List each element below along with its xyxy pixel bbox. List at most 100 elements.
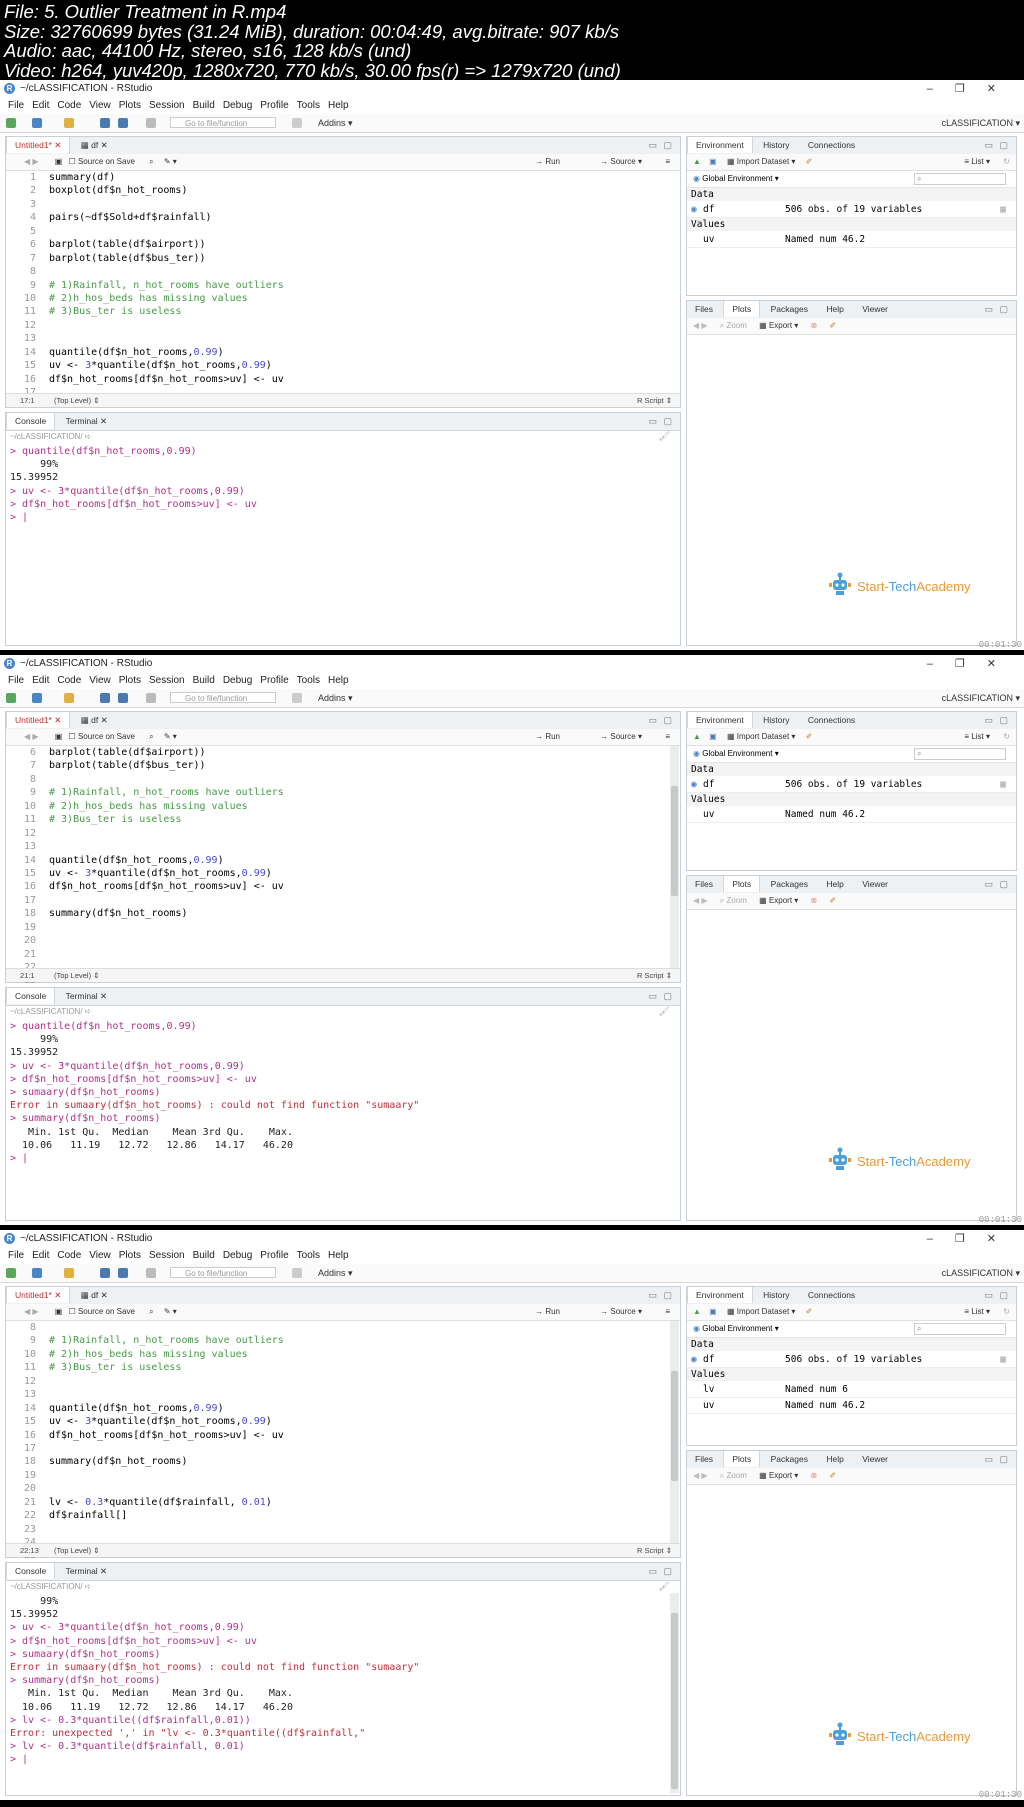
source-on-save-checkbox[interactable]: ☐ Source on Save xyxy=(69,732,135,741)
code-line[interactable]: 4 pairs(~df$Sold+df$rainfall) xyxy=(6,211,668,224)
env-minmax-icon[interactable]: ▭ ▢ xyxy=(984,1287,1010,1304)
source-on-save-checkbox[interactable]: ☐ Source on Save xyxy=(69,157,135,166)
editor-scroll-thumb[interactable] xyxy=(671,786,678,896)
save-doc-icon[interactable]: ▣ xyxy=(55,1307,63,1316)
load-workspace-icon[interactable]: ▲ xyxy=(693,157,701,166)
menu-session[interactable]: Session xyxy=(149,675,185,686)
plot-nav-icon[interactable]: ◀ ▶ xyxy=(693,1471,708,1480)
tab-packages[interactable]: Packages xyxy=(763,1451,816,1467)
menu-file[interactable]: File xyxy=(8,100,24,111)
open-folder-icon[interactable] xyxy=(64,693,74,703)
console-scrollbar[interactable] xyxy=(670,1593,679,1793)
global-env-dropdown[interactable]: ◉ Global Environment ▾ xyxy=(693,174,779,183)
tab-df[interactable]: ▦ df ✕ xyxy=(73,712,116,728)
code-line[interactable]: 18 summary(df$n_hot_rooms) xyxy=(6,907,668,920)
run-button[interactable]: → Run xyxy=(535,729,560,745)
menu-view[interactable]: View xyxy=(89,1250,111,1261)
new-project-icon[interactable] xyxy=(32,118,42,128)
open-folder-icon[interactable] xyxy=(64,1268,74,1278)
tab-connections[interactable]: Connections xyxy=(800,137,863,153)
code-line[interactable]: 5 xyxy=(6,225,668,238)
new-file-icon[interactable] xyxy=(6,693,16,703)
code-line[interactable]: 19 xyxy=(6,921,668,934)
tab-untitled1[interactable]: Untitled1* ✕ xyxy=(6,712,71,728)
list-view-button[interactable]: ≡ List ▾ xyxy=(964,154,990,170)
code-line[interactable]: 15 uv <- 3*quantile(df$n_hot_rooms,0.99) xyxy=(6,359,668,372)
code-line[interactable]: 10 # 2)h_hos_beds has missing values xyxy=(6,1348,668,1361)
nav-arrows-icon[interactable]: ◀ ▶ xyxy=(24,157,39,166)
source-button[interactable]: → Source ▾ xyxy=(600,729,642,745)
menu-help[interactable]: Help xyxy=(328,675,349,686)
load-workspace-icon[interactable]: ▲ xyxy=(693,1307,701,1316)
console-minmax-icon[interactable]: ▭ ▢ xyxy=(648,988,674,1005)
broom-icon[interactable]: ✐ xyxy=(806,1307,813,1316)
plots-minmax-icon[interactable]: ▭ ▢ xyxy=(984,876,1010,893)
tab-plots[interactable]: Plots xyxy=(723,876,761,892)
global-env-dropdown[interactable]: ◉ Global Environment ▾ xyxy=(693,1324,779,1333)
menu-code[interactable]: Code xyxy=(57,675,81,686)
menu-edit[interactable]: Edit xyxy=(32,1250,49,1261)
import-dataset-button[interactable]: ▦ Import Dataset ▾ xyxy=(727,157,796,166)
code-area[interactable]: 6 barplot(table(df$airport)) 7 barplot(tabl… xyxy=(6,746,668,988)
tab-plots[interactable]: Plots xyxy=(723,1451,761,1467)
tab-untitled1[interactable]: Untitled1* ✕ xyxy=(6,1287,71,1303)
tab-terminal[interactable]: Terminal ✕ xyxy=(58,988,116,1004)
grid-icon[interactable] xyxy=(292,118,302,128)
tab-df[interactable]: ▦ df ✕ xyxy=(73,137,116,153)
run-button[interactable]: → Run xyxy=(535,154,560,170)
menu-help[interactable]: Help xyxy=(328,1250,349,1261)
view-table-icon[interactable]: ▦ xyxy=(1000,202,1006,217)
menu-build[interactable]: Build xyxy=(193,100,215,111)
addins-menu[interactable]: Addins ▾ xyxy=(318,689,353,707)
menu-session[interactable]: Session xyxy=(149,100,185,111)
menu-plots[interactable]: Plots xyxy=(119,675,141,686)
menu-view[interactable]: View xyxy=(89,100,111,111)
env-row-df[interactable]: ◉ df 506 obs. of 19 variables ▦ xyxy=(687,202,1016,218)
pane-minmax-icon[interactable]: ▭ ▢ xyxy=(648,712,674,729)
code-line[interactable]: 11 # 3)Bus_ter is useless xyxy=(6,813,668,826)
code-area[interactable]: 8 9 # 1)Rainfall, n_hot_rooms have outlier… xyxy=(6,1321,668,1563)
code-line[interactable]: 20 xyxy=(6,934,668,947)
menu-edit[interactable]: Edit xyxy=(32,675,49,686)
tab-help[interactable]: Help xyxy=(818,1451,851,1467)
goto-file-input[interactable]: Go to file/function xyxy=(170,1267,276,1278)
tab-files[interactable]: Files xyxy=(687,1451,721,1467)
save-workspace-icon[interactable]: ▣ xyxy=(709,157,717,166)
code-line[interactable]: 16 df$n_hot_rooms[df$n_hot_rooms>uv] <- u… xyxy=(6,880,668,893)
refresh-icon[interactable]: ↻ xyxy=(1003,729,1010,745)
project-menu[interactable]: cLASSIFICATION ▾ xyxy=(942,114,1020,132)
addins-menu[interactable]: Addins ▾ xyxy=(318,114,353,132)
code-line[interactable]: 8 xyxy=(6,1321,668,1334)
menu-tools[interactable]: Tools xyxy=(297,1250,320,1261)
plot-nav-icon[interactable]: ◀ ▶ xyxy=(693,321,708,330)
code-line[interactable]: 12 xyxy=(6,827,668,840)
scope-indicator[interactable]: (Top Level) ⇕ xyxy=(54,969,99,982)
file-type-indicator[interactable]: R Script ⇕ xyxy=(637,969,672,982)
code-line[interactable]: 9 # 1)Rainfall, n_hot_rooms have outliers xyxy=(6,786,668,799)
tab-history[interactable]: History xyxy=(755,137,797,153)
print-icon[interactable] xyxy=(146,1268,156,1278)
plots-minmax-icon[interactable]: ▭ ▢ xyxy=(984,301,1010,318)
grid-icon[interactable] xyxy=(292,693,302,703)
expand-icon[interactable]: ◉ xyxy=(691,202,697,217)
window-controls[interactable]: –❐✕ xyxy=(927,655,1018,673)
menu-tools[interactable]: Tools xyxy=(297,675,320,686)
editor-scrollbar[interactable] xyxy=(670,746,679,968)
tab-console[interactable]: Console xyxy=(6,413,56,429)
tab-files[interactable]: Files xyxy=(687,876,721,892)
tab-help[interactable]: Help xyxy=(818,876,851,892)
tab-history[interactable]: History xyxy=(755,1287,797,1303)
source-button[interactable]: → Source ▾ xyxy=(600,154,642,170)
tab-environment[interactable]: Environment xyxy=(687,1287,753,1303)
export-button[interactable]: ▦ Export ▾ xyxy=(759,896,798,905)
pane-minmax-icon[interactable]: ▭ ▢ xyxy=(648,137,674,154)
console-output[interactable]: 99% 15.39952 > uv <- 3*quantile(df$n_hot_r… xyxy=(10,1595,668,1766)
code-line[interactable]: 12 xyxy=(6,1375,668,1388)
code-line[interactable]: 6 barplot(table(df$airport)) xyxy=(6,238,668,251)
menu-session[interactable]: Session xyxy=(149,1250,185,1261)
view-table-icon[interactable]: ▦ xyxy=(1000,777,1006,792)
scope-indicator[interactable]: (Top Level) ⇕ xyxy=(54,1544,99,1557)
code-line[interactable]: 6 barplot(table(df$airport)) xyxy=(6,746,668,759)
menu-edit[interactable]: Edit xyxy=(32,100,49,111)
code-line[interactable]: 14 quantile(df$n_hot_rooms,0.99) xyxy=(6,1402,668,1415)
